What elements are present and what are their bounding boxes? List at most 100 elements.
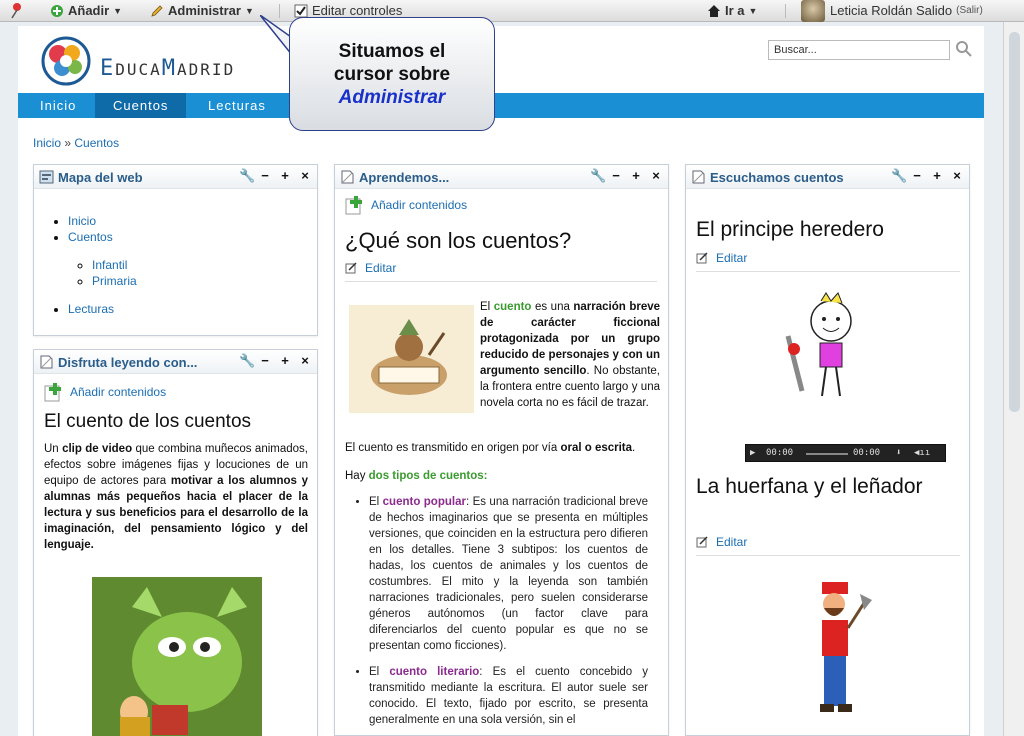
manage-menu-label: Administrar xyxy=(168,3,241,18)
pin-icon[interactable] xyxy=(8,1,24,19)
list-item: Lecturas xyxy=(68,301,137,317)
pencil-icon xyxy=(151,4,163,17)
close-icon[interactable]: × xyxy=(299,353,311,369)
search-icon[interactable] xyxy=(955,40,973,58)
main-nav: Inicio Cuentos Lecturas xyxy=(18,93,984,118)
disfruta-portlet: Disfruta leyendo con... 🔧 − + × Añadir cont… xyxy=(33,349,318,736)
wrench-icon[interactable]: 🔧 xyxy=(891,168,907,184)
chevron-down-icon: ▼ xyxy=(244,5,254,16)
plus-circle-icon xyxy=(51,4,63,17)
page-icon xyxy=(692,170,705,184)
list-item: El cuento literario: Es el cuento conceb… xyxy=(369,664,648,728)
current-time: 00:00 xyxy=(766,448,794,458)
edit-controls-toggle[interactable]: Editar controles xyxy=(294,3,402,18)
page-icon xyxy=(40,355,53,369)
close-icon[interactable]: × xyxy=(951,168,963,184)
educamadrid-logo[interactable] xyxy=(38,36,94,86)
portlet-title: Aprendemos... xyxy=(359,170,450,185)
volume-icon[interactable]: ◀ıı xyxy=(914,448,930,458)
sitemap-link-lecturas[interactable]: Lecturas xyxy=(68,302,114,316)
story-illustration xyxy=(349,305,474,413)
origin-paragraph: El cuento es transmitido en origen por v… xyxy=(345,442,636,454)
sitemap-link-inicio[interactable]: Inicio xyxy=(68,214,96,228)
chevron-down-icon: ▼ xyxy=(113,5,123,16)
audio-player[interactable]: ▶ 00:00 00:00 ⬇ ◀ıı xyxy=(745,444,946,462)
add-content-label: Añadir contenidos xyxy=(371,198,468,212)
portlet-tools: 🔧 − + × xyxy=(239,168,311,184)
breadcrumb: Inicio » Cuentos xyxy=(33,136,119,150)
nav-item-cuentos[interactable]: Cuentos xyxy=(95,93,187,118)
minimize-icon[interactable]: − xyxy=(259,353,271,369)
progress-track[interactable] xyxy=(806,453,848,455)
sitemap-icon xyxy=(39,170,54,184)
wrench-icon[interactable]: 🔧 xyxy=(239,353,255,369)
search-input[interactable]: Buscar... xyxy=(768,40,950,60)
portlet-title: Disfruta leyendo con... xyxy=(58,355,198,370)
callout-keyword: Administrar xyxy=(338,87,446,108)
article-title: El cuento de los cuentos xyxy=(44,411,252,432)
sitemap-link-cuentos[interactable]: Cuentos xyxy=(68,230,113,244)
logout-link[interactable]: (Salir) xyxy=(956,5,983,16)
add-content-link[interactable]: Añadir contenidos xyxy=(44,382,166,402)
home-icon xyxy=(708,4,720,17)
prince-illustration xyxy=(785,292,852,397)
avatar[interactable] xyxy=(801,0,825,22)
portlet-header: Disfruta leyendo con... 🔧 − + × xyxy=(34,350,317,374)
add-page-icon xyxy=(44,383,61,402)
callout-line-2: cursor sobre xyxy=(333,64,451,85)
close-icon[interactable]: × xyxy=(299,168,311,184)
portlet-tools: 🔧 − + × xyxy=(590,168,662,184)
play-icon[interactable]: ▶ xyxy=(750,448,755,458)
list-item: El cuento popular: Es una narración trad… xyxy=(369,494,648,654)
nav-item-inicio[interactable]: Inicio xyxy=(22,93,94,118)
woodcutter-illustration xyxy=(820,582,872,712)
add-page-icon xyxy=(345,196,362,215)
portlet-title: Mapa del web xyxy=(58,170,143,185)
scrollbar[interactable] xyxy=(1003,22,1024,736)
sitemap-link-primaria[interactable]: Primaria xyxy=(92,274,137,288)
edit-link[interactable]: Editar xyxy=(345,261,396,275)
edit-icon xyxy=(696,536,708,548)
edit-link[interactable]: Editar xyxy=(696,251,747,265)
breadcrumb-home[interactable]: Inicio xyxy=(33,136,61,150)
sitemap-link-infantil[interactable]: Infantil xyxy=(92,258,127,272)
wrench-icon[interactable]: 🔧 xyxy=(590,168,606,184)
types-intro: Hay dos tipos de cuentos: xyxy=(345,470,488,482)
minimize-icon[interactable]: − xyxy=(610,168,622,184)
edit-label: Editar xyxy=(716,535,748,549)
intro-paragraph: El cuento es una narración breve de cará… xyxy=(480,301,661,409)
edit-link[interactable]: Editar xyxy=(696,535,747,549)
scroll-thumb[interactable] xyxy=(1009,32,1020,412)
add-content-link[interactable]: Añadir contenidos xyxy=(345,195,467,215)
wrench-icon[interactable]: 🔧 xyxy=(239,168,255,184)
minimize-icon[interactable]: − xyxy=(259,168,271,184)
list-item: Primaria xyxy=(92,273,137,289)
plus-icon[interactable]: + xyxy=(931,168,943,184)
total-time: 00:00 xyxy=(853,448,881,458)
sitemap-list: Inicio Cuentos Infantil Primaria Lectura… xyxy=(68,213,137,317)
divider xyxy=(785,4,786,18)
list-item: Infantil xyxy=(92,257,137,273)
add-menu[interactable]: Añadir ▼ xyxy=(50,3,122,18)
plus-icon[interactable]: + xyxy=(279,353,291,369)
brand-name: EDUCAMADRID xyxy=(100,56,236,81)
portlet-tools: 🔧 − + × xyxy=(239,353,311,369)
manage-menu[interactable]: Administrar ▼ xyxy=(150,3,254,18)
list-item: Inicio xyxy=(68,213,137,229)
download-icon[interactable]: ⬇ xyxy=(896,448,901,458)
dragon-illustration xyxy=(92,577,262,736)
user-menu[interactable]: Leticia Roldán Salido (Salir) xyxy=(830,3,983,18)
goto-menu[interactable]: Ir a ▼ xyxy=(707,3,757,18)
edit-icon xyxy=(345,262,357,274)
sitemap-portlet: Mapa del web 🔧−+ × Inicio Cuentos Infanti… xyxy=(33,164,318,336)
plus-icon[interactable]: + xyxy=(630,168,642,184)
types-list: El cuento popular: Es una narración trad… xyxy=(369,494,648,735)
close-icon[interactable]: × xyxy=(650,168,662,184)
article-title: ¿Qué son los cuentos? xyxy=(345,228,572,253)
plus-icon[interactable]: + xyxy=(279,168,291,184)
page-icon xyxy=(341,170,354,184)
breadcrumb-current[interactable]: Cuentos xyxy=(74,136,119,150)
aprendemos-portlet: Aprendemos... 🔧 − + × Añadir contenidos ¿Qu… xyxy=(334,164,669,736)
minimize-icon[interactable]: − xyxy=(911,168,923,184)
nav-item-lecturas[interactable]: Lecturas xyxy=(190,93,284,118)
